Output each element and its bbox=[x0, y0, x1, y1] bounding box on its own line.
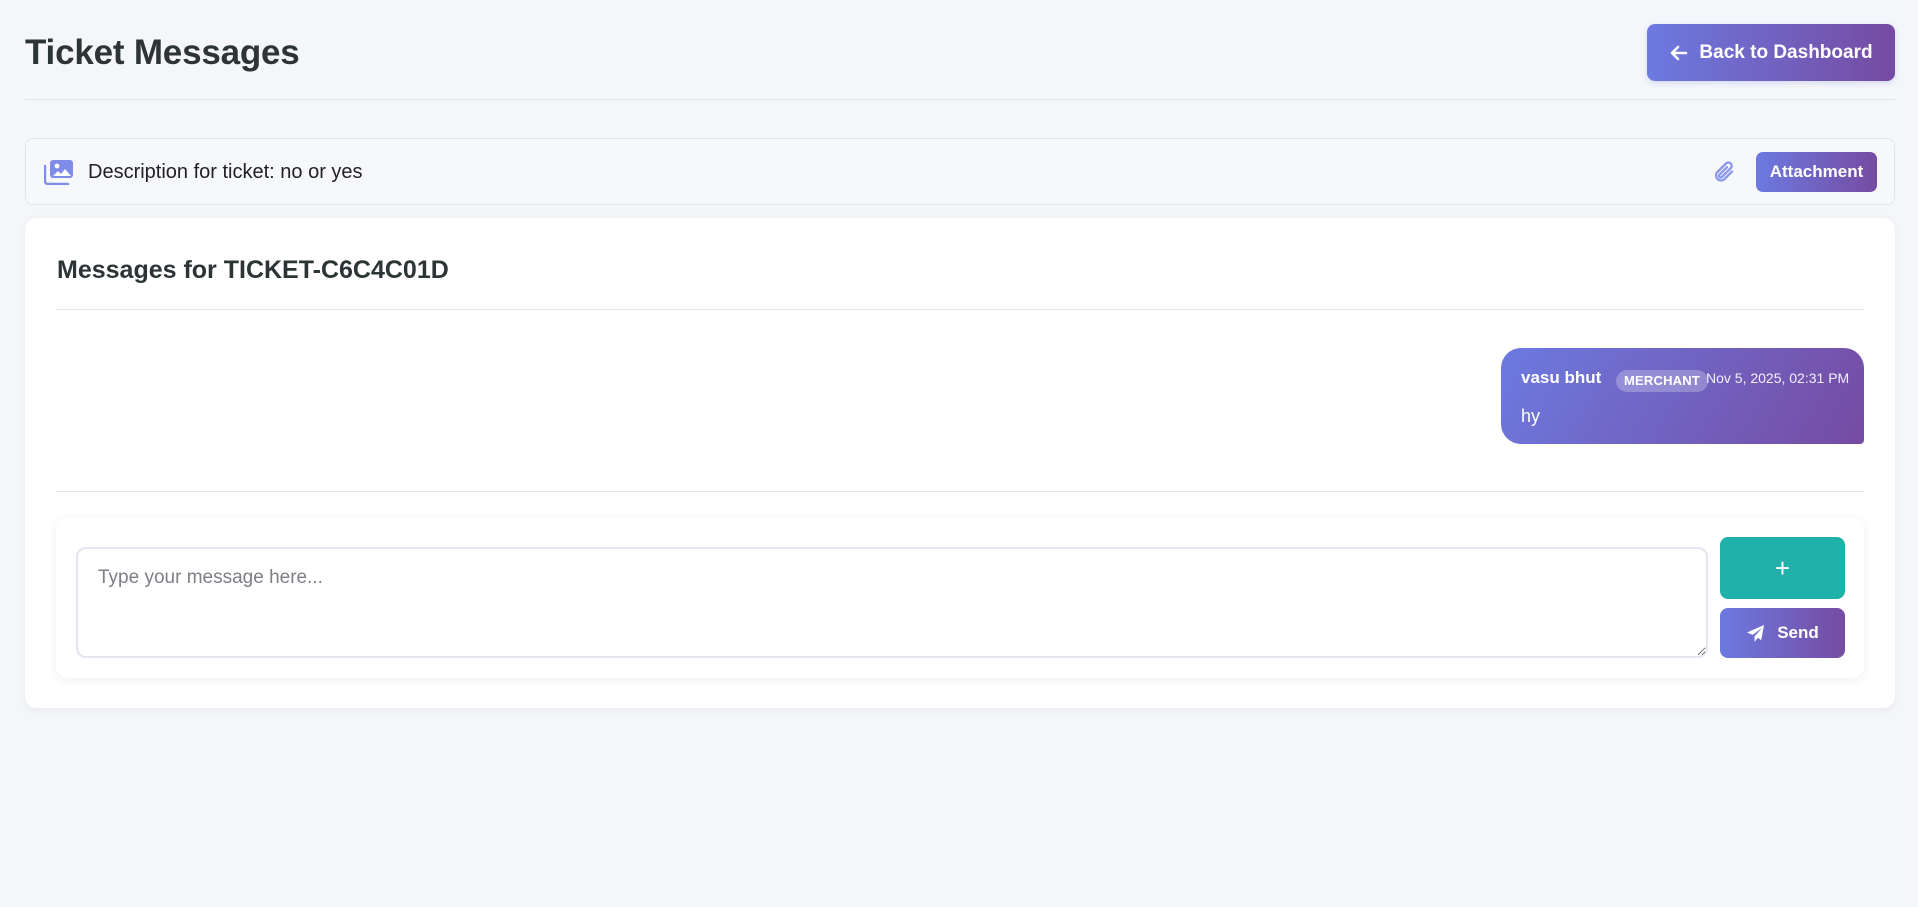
message-sender: vasu bhut bbox=[1521, 368, 1602, 387]
page-title: Ticket Messages bbox=[25, 33, 300, 72]
messages-title: Messages for TICKET-C6C4C01D bbox=[57, 256, 449, 284]
back-to-dashboard-button[interactable]: Back to Dashboard bbox=[1647, 24, 1895, 81]
divider bbox=[56, 309, 1864, 310]
paper-plane-icon bbox=[1747, 624, 1765, 642]
message-timestamp: Nov 5, 2025, 02:31 PM bbox=[1706, 370, 1850, 386]
page-header: Ticket Messages Back to Dashboard bbox=[25, 0, 1895, 100]
back-to-dashboard-label: Back to Dashboard bbox=[1699, 41, 1873, 63]
ticket-messages-page: Ticket Messages Back to Dashboard Descri… bbox=[0, 0, 1918, 907]
ticket-description-text: Description for ticket: no or yes bbox=[88, 161, 363, 183]
role-badge: MERCHANT bbox=[1616, 370, 1708, 392]
send-button[interactable]: Send bbox=[1720, 608, 1845, 658]
send-label: Send bbox=[1777, 623, 1819, 642]
images-icon bbox=[44, 160, 73, 185]
message-text: hy bbox=[1521, 406, 1541, 426]
message-bubble: vasu bhut MERCHANT Nov 5, 2025, 02:31 PM… bbox=[1501, 348, 1864, 444]
message-composer: + Send bbox=[56, 518, 1864, 678]
attachment-button[interactable]: Attachment bbox=[1756, 152, 1877, 192]
paperclip-icon[interactable] bbox=[1712, 159, 1738, 187]
message-input[interactable] bbox=[76, 547, 1708, 658]
ticket-description-bar: Description for ticket: no or yes Attach… bbox=[25, 138, 1895, 205]
arrow-left-icon bbox=[1671, 45, 1688, 60]
add-button[interactable]: + bbox=[1720, 537, 1845, 599]
divider bbox=[56, 491, 1864, 492]
messages-card: Messages for TICKET-C6C4C01D vasu bhut M… bbox=[25, 218, 1895, 708]
